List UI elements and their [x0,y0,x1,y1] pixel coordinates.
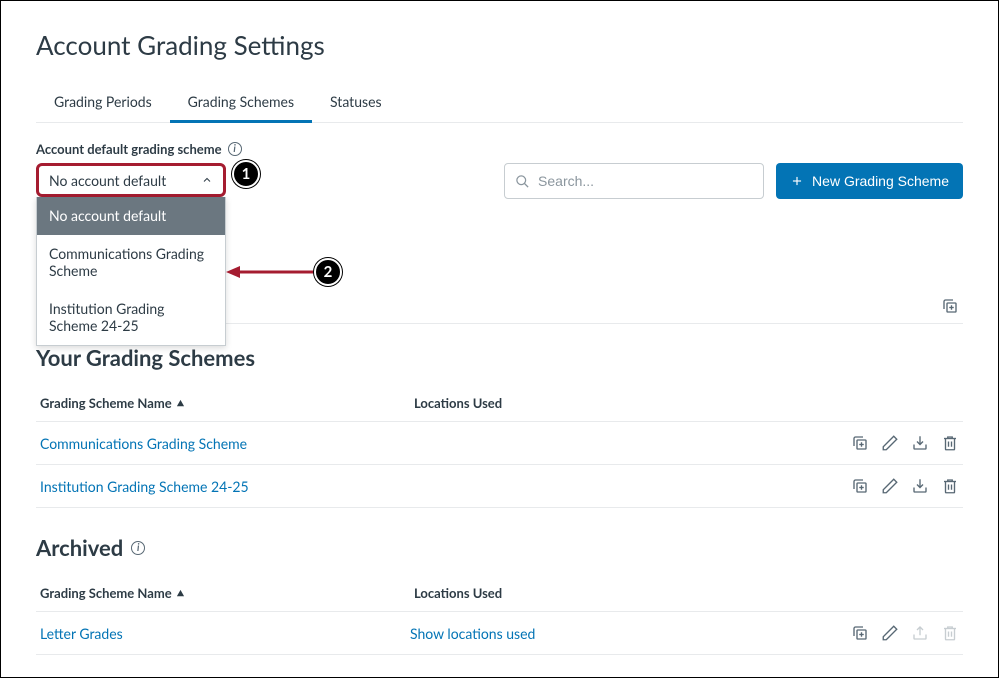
sort-asc-icon [176,399,185,408]
trash-icon[interactable] [941,434,959,452]
search-icon [515,174,530,189]
dropdown-option-comm[interactable]: Communications Grading Scheme [37,235,225,290]
tab-grading-schemes[interactable]: Grading Schemes [170,85,312,123]
unarchive-icon[interactable] [911,624,929,642]
scheme-link-inst[interactable]: Institution Grading Scheme 24-25 [40,478,410,495]
info-icon[interactable]: i [131,541,145,555]
search-box[interactable] [504,163,764,199]
search-input[interactable] [538,173,753,189]
archived-title: Archived [36,534,123,561]
annotation-callout-2: 2 [314,258,342,286]
show-locations-link[interactable]: Show locations used [410,625,535,642]
scheme-link-letter[interactable]: Letter Grades [40,625,410,642]
duplicate-icon[interactable] [851,477,869,495]
tabs: Grading Periods Grading Schemes Statuses [36,85,963,123]
dropdown-toggle[interactable]: No account default [36,163,226,197]
table-row: Communications Grading Scheme [36,422,963,465]
dropdown-option-none[interactable]: No account default [37,197,225,235]
scheme-link-comm[interactable]: Communications Grading Scheme [40,435,410,452]
chevron-up-icon [201,174,213,186]
tab-grading-periods[interactable]: Grading Periods [36,85,170,122]
edit-icon[interactable] [881,434,899,452]
default-scheme-dropdown[interactable]: No account default No account default Co… [36,163,226,197]
annotation-arrow [226,262,326,282]
archive-icon[interactable] [911,477,929,495]
page-title: Account Grading Settings [36,29,963,61]
edit-icon[interactable] [881,624,899,642]
header-scheme-name[interactable]: Grading Scheme Name [40,585,172,601]
annotation-callout-1: 1 [232,160,260,188]
duplicate-icon[interactable] [941,297,959,315]
info-icon[interactable]: i [228,142,242,156]
new-grading-scheme-label: New Grading Scheme [812,173,949,189]
table-row: Letter Grades Show locations used [36,612,963,655]
dropdown-option-inst[interactable]: Institution Grading Scheme 24-25 [37,290,225,345]
archived-table-header: Grading Scheme Name Locations Used [36,575,963,612]
plus-icon [790,174,804,188]
table-row: Institution Grading Scheme 24-25 [36,465,963,508]
new-grading-scheme-button[interactable]: New Grading Scheme [776,163,963,199]
header-locations: Locations Used [414,585,959,601]
header-scheme-name[interactable]: Grading Scheme Name [40,395,172,411]
default-scheme-label: Account default grading scheme [36,141,222,157]
trash-icon [941,624,959,642]
sort-asc-icon [176,589,185,598]
tab-statuses[interactable]: Statuses [312,85,400,122]
your-schemes-title: Your Grading Schemes [36,344,963,371]
edit-icon[interactable] [881,477,899,495]
header-locations: Locations Used [414,395,959,411]
archive-icon[interactable] [911,434,929,452]
schemes-table-header: Grading Scheme Name Locations Used [36,385,963,422]
locations-cell: Show locations used [410,625,851,642]
duplicate-icon[interactable] [851,624,869,642]
trash-icon[interactable] [941,477,959,495]
dropdown-menu: No account default Communications Gradin… [36,197,226,346]
dropdown-selected: No account default [49,172,166,189]
duplicate-icon[interactable] [851,434,869,452]
